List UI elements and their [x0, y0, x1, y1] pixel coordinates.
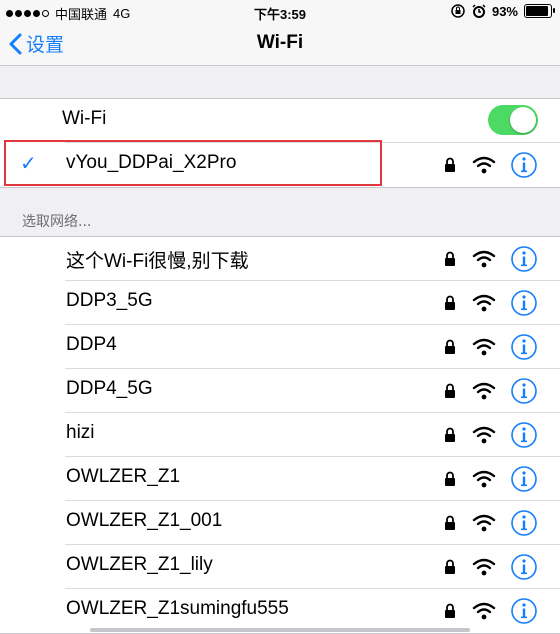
wifi-icon — [472, 558, 496, 576]
network-row[interactable]: OWLZER_Z1sumingfu555 — [0, 589, 560, 633]
lock-icon — [445, 603, 455, 618]
wifi-icon — [472, 338, 496, 356]
wifi-icon — [472, 250, 496, 268]
network-row[interactable]: DDP4 — [0, 325, 560, 369]
lock-icon — [445, 471, 455, 486]
network-name: DDP4_5G — [66, 378, 153, 399]
alarm-icon — [472, 4, 486, 18]
info-icon[interactable] — [510, 597, 538, 625]
network-name: OWLZER_Z1_lily — [66, 554, 213, 575]
section-header: 选取网络... — [22, 214, 92, 230]
wifi-icon — [472, 294, 496, 312]
network-name: OWLZER_Z1_001 — [66, 510, 223, 531]
battery-percent: 93% — [491, 3, 518, 19]
wifi-icon — [472, 156, 496, 174]
network-row[interactable]: hizi — [0, 413, 560, 457]
network-name: 这个Wi-Fi很慢,别下载 — [66, 251, 249, 272]
info-icon[interactable] — [510, 421, 538, 449]
lock-icon — [445, 515, 455, 530]
network-name: DDP3_5G — [66, 290, 153, 311]
lock-icon — [445, 251, 455, 266]
lock-icon — [445, 295, 455, 310]
lock-icon — [445, 427, 455, 442]
wifi-toggle-label: Wi-Fi — [62, 108, 107, 129]
battery-icon — [524, 4, 555, 18]
wifi-icon — [472, 470, 496, 488]
wifi-icon — [472, 514, 496, 532]
network-name: DDP4 — [66, 334, 117, 355]
info-icon[interactable] — [510, 289, 538, 317]
network-row[interactable]: DDP3_5G — [0, 281, 560, 325]
page-title: Wi-Fi — [256, 32, 304, 53]
scroll-indicator — [90, 628, 470, 632]
network-name: OWLZER_Z1sumingfu555 — [66, 598, 289, 619]
network-row[interactable]: 这个Wi-Fi很慢,别下载 — [0, 237, 560, 281]
network-row[interactable]: DDP4_5G — [0, 369, 560, 413]
lock-icon — [445, 339, 455, 354]
network-row[interactable]: OWLZER_Z1 — [0, 457, 560, 501]
info-icon[interactable] — [510, 245, 538, 273]
network-name: hizi — [66, 422, 95, 443]
wifi-toggle-switch[interactable] — [488, 105, 538, 135]
network-name: OWLZER_Z1 — [66, 466, 181, 487]
navigation-bar: 设置 Wi-Fi — [0, 24, 560, 66]
network-row[interactable]: OWLZER_Z1_001 — [0, 501, 560, 545]
network-row[interactable]: OWLZER_Z1_lily — [0, 545, 560, 589]
wifi-icon — [472, 382, 496, 400]
wifi-icon — [472, 426, 496, 444]
info-icon[interactable] — [510, 553, 538, 581]
status-bar: 中国联通 4G 下午3:59 93% — [0, 0, 560, 24]
info-icon[interactable] — [510, 377, 538, 405]
wifi-toggle-row: Wi-Fi — [0, 99, 560, 143]
lock-icon — [445, 383, 455, 398]
info-icon[interactable] — [510, 151, 538, 179]
wifi-icon — [472, 602, 496, 620]
info-icon[interactable] — [510, 333, 538, 361]
lock-icon — [445, 157, 455, 172]
highlight-box — [4, 140, 382, 186]
info-icon[interactable] — [510, 465, 538, 493]
rotation-lock-icon — [451, 4, 465, 18]
info-icon[interactable] — [510, 509, 538, 537]
network-list: 这个Wi-Fi很慢,别下载 DDP3_5G DDP4 DDP4_5G hizi … — [0, 236, 560, 634]
lock-icon — [445, 559, 455, 574]
